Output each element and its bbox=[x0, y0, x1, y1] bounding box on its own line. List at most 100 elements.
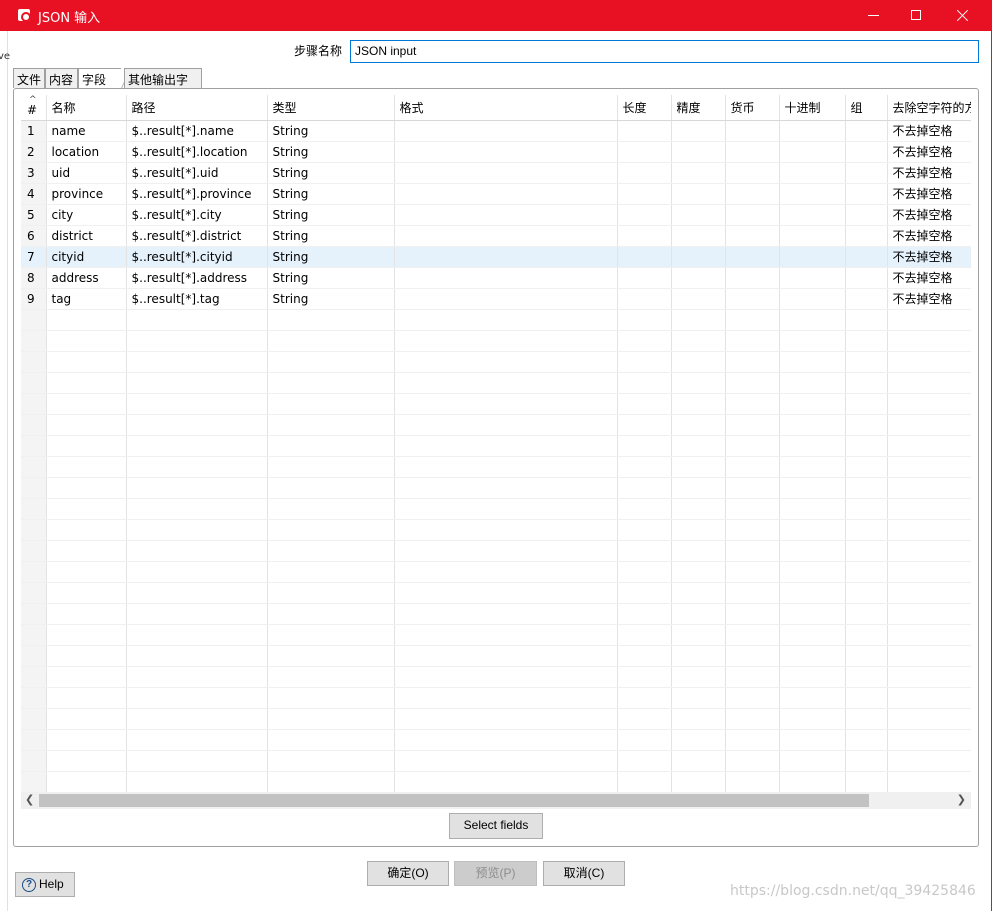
empty-cell[interactable] bbox=[887, 645, 971, 667]
field-length[interactable] bbox=[617, 267, 672, 289]
empty-cell[interactable] bbox=[46, 666, 127, 688]
field-group[interactable] bbox=[845, 141, 888, 163]
empty-cell[interactable] bbox=[126, 519, 268, 541]
empty-cell[interactable] bbox=[887, 309, 971, 331]
field-decimal[interactable] bbox=[779, 246, 846, 268]
empty-cell[interactable] bbox=[887, 624, 971, 646]
field-currency[interactable] bbox=[725, 183, 780, 205]
empty-cell[interactable] bbox=[267, 687, 395, 709]
field-decimal[interactable] bbox=[779, 267, 846, 289]
empty-row[interactable] bbox=[21, 330, 971, 352]
field-format[interactable] bbox=[394, 288, 618, 310]
empty-cell[interactable] bbox=[21, 729, 47, 751]
empty-cell[interactable] bbox=[671, 750, 726, 772]
empty-cell[interactable] bbox=[126, 708, 268, 730]
empty-cell[interactable] bbox=[887, 498, 971, 520]
tab-fields[interactable]: 字段 bbox=[78, 68, 131, 89]
empty-cell[interactable] bbox=[671, 351, 726, 373]
empty-cell[interactable] bbox=[725, 351, 780, 373]
tab-file[interactable]: 文件 bbox=[13, 68, 45, 88]
field-precision[interactable] bbox=[671, 267, 726, 289]
empty-cell[interactable] bbox=[394, 414, 618, 436]
field-name[interactable]: cityid bbox=[46, 246, 127, 268]
field-type[interactable]: String bbox=[267, 141, 395, 163]
field-trim-type[interactable]: 不去掉空格 bbox=[887, 204, 971, 226]
empty-cell[interactable] bbox=[126, 561, 268, 583]
empty-cell[interactable] bbox=[671, 372, 726, 394]
empty-cell[interactable] bbox=[725, 729, 780, 751]
field-currency[interactable] bbox=[725, 246, 780, 268]
empty-cell[interactable] bbox=[779, 687, 846, 709]
column-header-index[interactable]: ^ # bbox=[21, 95, 47, 121]
empty-row[interactable] bbox=[21, 456, 971, 478]
empty-cell[interactable] bbox=[267, 708, 395, 730]
empty-cell[interactable] bbox=[21, 351, 47, 373]
empty-cell[interactable] bbox=[21, 498, 47, 520]
empty-cell[interactable] bbox=[887, 435, 971, 457]
empty-cell[interactable] bbox=[394, 771, 618, 792]
empty-cell[interactable] bbox=[779, 498, 846, 520]
empty-cell[interactable] bbox=[46, 477, 127, 499]
empty-cell[interactable] bbox=[887, 330, 971, 352]
field-type[interactable]: String bbox=[267, 288, 395, 310]
empty-cell[interactable] bbox=[46, 603, 127, 625]
empty-cell[interactable] bbox=[21, 771, 47, 792]
empty-cell[interactable] bbox=[267, 393, 395, 415]
empty-row[interactable] bbox=[21, 393, 971, 415]
empty-row[interactable] bbox=[21, 687, 971, 709]
empty-cell[interactable] bbox=[725, 603, 780, 625]
empty-row[interactable] bbox=[21, 435, 971, 457]
field-group[interactable] bbox=[845, 162, 888, 184]
empty-cell[interactable] bbox=[887, 708, 971, 730]
empty-row[interactable] bbox=[21, 498, 971, 520]
empty-row[interactable] bbox=[21, 519, 971, 541]
field-decimal[interactable] bbox=[779, 288, 846, 310]
maximize-button[interactable] bbox=[893, 0, 939, 31]
minimize-button[interactable] bbox=[850, 0, 896, 31]
empty-cell[interactable] bbox=[671, 708, 726, 730]
table-row[interactable]: 6 district $..result[*].district String 不去掉空… bbox=[21, 225, 971, 247]
empty-cell[interactable] bbox=[394, 351, 618, 373]
empty-cell[interactable] bbox=[779, 477, 846, 499]
empty-cell[interactable] bbox=[671, 519, 726, 541]
empty-cell[interactable] bbox=[617, 330, 672, 352]
empty-cell[interactable] bbox=[887, 540, 971, 562]
field-length[interactable] bbox=[617, 225, 672, 247]
field-type[interactable]: String bbox=[267, 183, 395, 205]
empty-cell[interactable] bbox=[725, 309, 780, 331]
empty-cell[interactable] bbox=[779, 351, 846, 373]
empty-cell[interactable] bbox=[725, 540, 780, 562]
empty-cell[interactable] bbox=[46, 330, 127, 352]
field-group[interactable] bbox=[845, 246, 888, 268]
empty-cell[interactable] bbox=[394, 540, 618, 562]
empty-row[interactable] bbox=[21, 351, 971, 373]
field-currency[interactable] bbox=[725, 204, 780, 226]
empty-cell[interactable] bbox=[845, 309, 888, 331]
scrollbar-thumb[interactable] bbox=[39, 794, 869, 807]
field-name[interactable]: province bbox=[46, 183, 127, 205]
field-path[interactable]: $..result[*].location bbox=[126, 141, 268, 163]
empty-cell[interactable] bbox=[126, 456, 268, 478]
empty-cell[interactable] bbox=[725, 771, 780, 792]
empty-cell[interactable] bbox=[126, 603, 268, 625]
empty-cell[interactable] bbox=[46, 351, 127, 373]
empty-cell[interactable] bbox=[21, 519, 47, 541]
field-type[interactable]: String bbox=[267, 204, 395, 226]
empty-cell[interactable] bbox=[267, 309, 395, 331]
field-currency[interactable] bbox=[725, 225, 780, 247]
field-group[interactable] bbox=[845, 267, 888, 289]
empty-cell[interactable] bbox=[267, 372, 395, 394]
table-row[interactable]: 8 address $..result[*].address String 不去掉空格 bbox=[21, 267, 971, 289]
empty-cell[interactable] bbox=[779, 372, 846, 394]
empty-cell[interactable] bbox=[779, 729, 846, 751]
field-precision[interactable] bbox=[671, 225, 726, 247]
empty-cell[interactable] bbox=[617, 372, 672, 394]
empty-cell[interactable] bbox=[126, 729, 268, 751]
empty-cell[interactable] bbox=[267, 330, 395, 352]
empty-row[interactable] bbox=[21, 645, 971, 667]
field-group[interactable] bbox=[845, 183, 888, 205]
empty-cell[interactable] bbox=[21, 708, 47, 730]
empty-cell[interactable] bbox=[671, 624, 726, 646]
empty-cell[interactable] bbox=[126, 750, 268, 772]
field-length[interactable] bbox=[617, 246, 672, 268]
